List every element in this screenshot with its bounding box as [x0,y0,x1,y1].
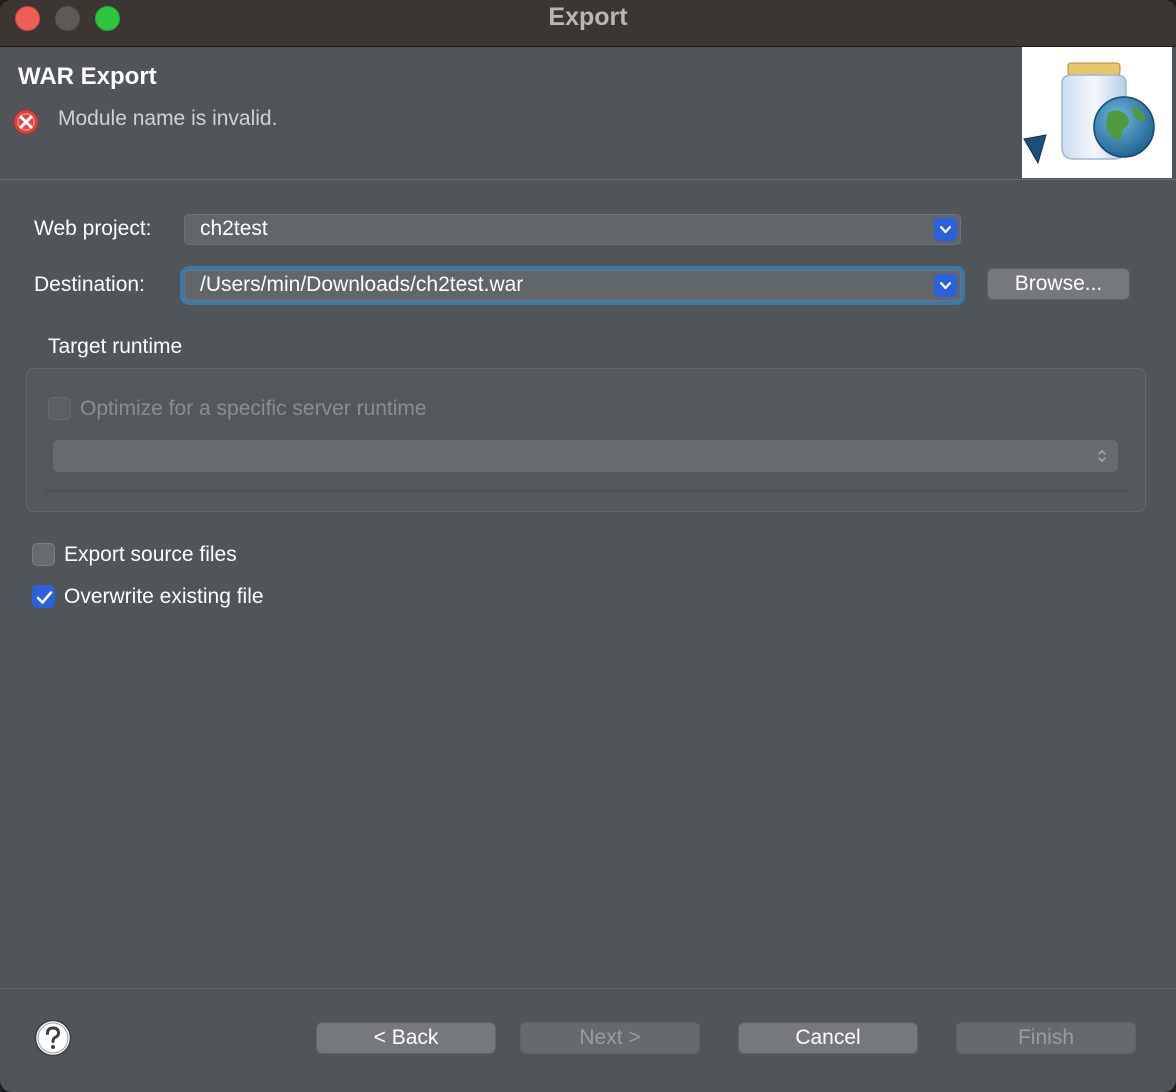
destination-combo[interactable]: /Users/min/Downloads/ch2test.war [184,270,961,301]
checkmark-icon [36,591,53,604]
overwrite-existing-label: Overwrite existing file [64,585,264,608]
export-dialog: Export WAR Export Module name is invalid… [0,0,1176,1092]
web-project-label: Web project: [34,217,152,240]
destination-label: Destination: [34,273,145,296]
export-source-label: Export source files [64,543,237,566]
page-title: WAR Export [18,63,157,90]
target-runtime-title: Target runtime [48,335,183,358]
war-export-banner-image [1022,47,1172,178]
server-runtime-select[interactable] [53,440,1118,472]
wizard-header: WAR Export Module name is invalid. [0,47,1176,180]
error-message: Module name is invalid. [58,107,278,130]
browse-button[interactable]: Browse... [987,268,1130,300]
window-title: Export [548,3,628,31]
chevron-down-icon[interactable] [934,218,957,241]
web-project-combo[interactable]: ch2test [184,214,961,245]
error-icon [13,109,39,135]
optimize-runtime-checkbox[interactable] [48,397,71,420]
destination-value: /Users/min/Downloads/ch2test.war [200,273,524,296]
help-icon[interactable] [34,1019,72,1057]
title-bar: Export [0,0,1176,47]
chevron-down-icon[interactable] [934,274,957,297]
web-project-value: ch2test [200,217,268,240]
next-button[interactable]: Next > [520,1022,700,1054]
overwrite-existing-checkbox[interactable] [32,585,55,608]
export-source-checkbox[interactable] [32,543,55,566]
finish-button[interactable]: Finish [956,1022,1136,1054]
cancel-button[interactable]: Cancel [738,1022,918,1054]
group-divider [45,490,1127,492]
jar-globe-icon [1023,62,1155,165]
back-button[interactable]: < Back [316,1022,496,1054]
up-down-chevron-icon [1098,449,1106,463]
footer-divider [0,988,1176,989]
optimize-runtime-label: Optimize for a specific server runtime [80,397,427,420]
